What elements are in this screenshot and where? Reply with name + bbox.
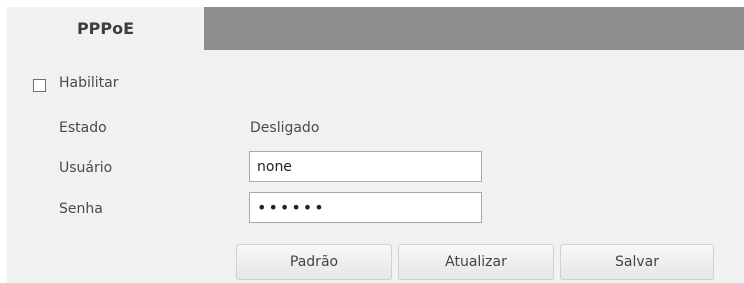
status-value: Desligado [250, 120, 320, 136]
username-input[interactable] [249, 151, 482, 182]
tab-bar: PPPoE [7, 7, 744, 50]
enable-label: Habilitar [59, 75, 119, 91]
username-label: Usuário [59, 160, 113, 176]
password-label: Senha [59, 201, 103, 217]
default-button[interactable]: Padrão [236, 244, 392, 280]
refresh-button[interactable]: Atualizar [398, 244, 554, 280]
pppoe-panel: PPPoE Habilitar Estado Desligado Usuário… [7, 7, 744, 283]
enable-checkbox[interactable] [33, 79, 46, 92]
password-input[interactable] [249, 192, 482, 223]
save-button[interactable]: Salvar [560, 244, 714, 280]
tab-pppoe[interactable]: PPPoE [7, 7, 204, 50]
status-label: Estado [59, 120, 107, 136]
